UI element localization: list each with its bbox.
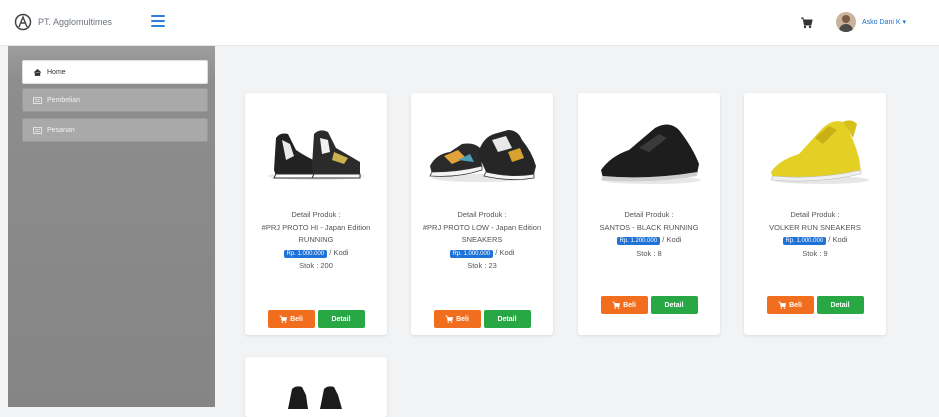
list-icon xyxy=(33,126,42,134)
hamburger-menu-icon[interactable] xyxy=(151,15,165,27)
top-navbar: PT. Agglomultimes Asko Dani K ▾ xyxy=(0,0,939,46)
product-desc-prefix: Detail Produk : xyxy=(291,210,341,219)
product-description: Detail Produk : #PRJ PROTO LOW - Japan E… xyxy=(417,209,547,273)
cart-icon xyxy=(445,315,454,323)
product-image-yellow-sneaker xyxy=(770,120,869,184)
user-name: Asko Dani K ▾ xyxy=(862,19,906,26)
sidebar-item-label: Pesanan xyxy=(47,126,75,134)
card-actions: Beli Detail xyxy=(411,310,553,328)
product-image-black-sneaker xyxy=(601,124,701,184)
cart-icon xyxy=(612,301,621,309)
buy-button[interactable]: Beli xyxy=(600,296,648,314)
product-card: Detail Produk : #PRJ PROTO LOW - Japan E… xyxy=(411,93,553,335)
cart-icon[interactable] xyxy=(800,16,813,29)
card-actions: Beli Detail xyxy=(245,310,387,328)
product-card: Detail Produk : VOLKER RUN SNEAKERS Rp. … xyxy=(744,93,886,335)
detail-button[interactable]: Detail xyxy=(650,296,698,314)
product-image-low-sneaker xyxy=(429,130,536,182)
buy-button-label: Beli xyxy=(623,301,636,309)
product-name: SANTOS - BLACK RUNNING xyxy=(599,222,699,232)
product-description: Detail Produk : VOLKER RUN SNEAKERS Rp. … xyxy=(750,209,880,260)
sidebar-item-pesanan[interactable]: Pesanan xyxy=(22,118,208,142)
cart-icon xyxy=(279,315,288,323)
product-card xyxy=(245,357,387,417)
list-icon xyxy=(33,96,42,104)
brand-name: PT. Agglomultimes xyxy=(38,17,113,27)
product-desc-prefix: Detail Produk : xyxy=(624,210,674,219)
sidebar: Home Pembelian Pesanan xyxy=(8,46,215,407)
buy-button-label: Beli xyxy=(290,315,303,323)
card-actions: Beli Detail xyxy=(744,296,886,314)
user-menu[interactable]: Asko Dani K ▾ xyxy=(836,12,906,32)
sidebar-item-pembelian[interactable]: Pembelian xyxy=(22,88,208,112)
stock-label: Stok : 200 xyxy=(299,261,333,270)
price-badge: Rp. 1.000.000 xyxy=(283,249,328,258)
sidebar-item-home[interactable]: Home xyxy=(22,60,208,84)
buy-button-label: Beli xyxy=(789,301,802,309)
buy-button-label: Beli xyxy=(456,315,469,323)
product-desc-prefix: Detail Produk : xyxy=(457,210,507,219)
product-name: VOLKER RUN SNEAKERS xyxy=(769,222,861,232)
avatar xyxy=(836,12,856,32)
buy-button[interactable]: Beli xyxy=(267,310,315,328)
price-badge: Rp. 1.000.000 xyxy=(782,237,827,245)
detail-button[interactable]: Detail xyxy=(317,310,365,328)
product-description: Detail Produk : #PRJ PROTO HI - Japan Ed… xyxy=(251,209,381,273)
product-card: Detail Produk : SANTOS - BLACK RUNNING R… xyxy=(578,93,720,335)
price-unit: / Kodi xyxy=(662,235,682,244)
price-unit: / Kodi xyxy=(329,247,349,257)
product-description: Detail Produk : SANTOS - BLACK RUNNING R… xyxy=(584,209,714,260)
product-name: #PRJ PROTO LOW - Japan Edition SNEAKERS xyxy=(422,222,542,245)
sidebar-item-label: Pembelian xyxy=(47,96,81,104)
brand-logo-icon xyxy=(14,13,32,31)
stock-label: Stok : 23 xyxy=(467,261,497,270)
home-icon xyxy=(33,68,42,76)
product-name: #PRJ PROTO HI - Japan Edition RUNNING xyxy=(261,222,371,245)
sidebar-item-label: Home xyxy=(47,68,66,76)
buy-button[interactable]: Beli xyxy=(766,296,814,314)
product-image-hi-top-sneaker xyxy=(268,130,364,180)
buy-button[interactable]: Beli xyxy=(433,310,481,328)
product-image-black-boot xyxy=(288,386,342,409)
brand[interactable]: PT. Agglomultimes xyxy=(14,13,112,31)
price-unit: / Kodi xyxy=(828,235,848,244)
detail-button[interactable]: Detail xyxy=(483,310,531,328)
cart-icon xyxy=(778,301,787,309)
product-card: Detail Produk : #PRJ PROTO HI - Japan Ed… xyxy=(245,93,387,335)
price-unit: / Kodi xyxy=(495,247,515,257)
product-desc-prefix: Detail Produk : xyxy=(790,210,840,219)
stock-label: Stok : 8 xyxy=(636,248,662,258)
detail-button[interactable]: Detail xyxy=(816,296,864,314)
stock-label: Stok : 9 xyxy=(802,248,828,258)
price-badge: Rp. 1.000.000 xyxy=(449,249,494,258)
price-badge: Rp. 1.200.000 xyxy=(616,237,661,245)
card-actions: Beli Detail xyxy=(578,296,720,314)
